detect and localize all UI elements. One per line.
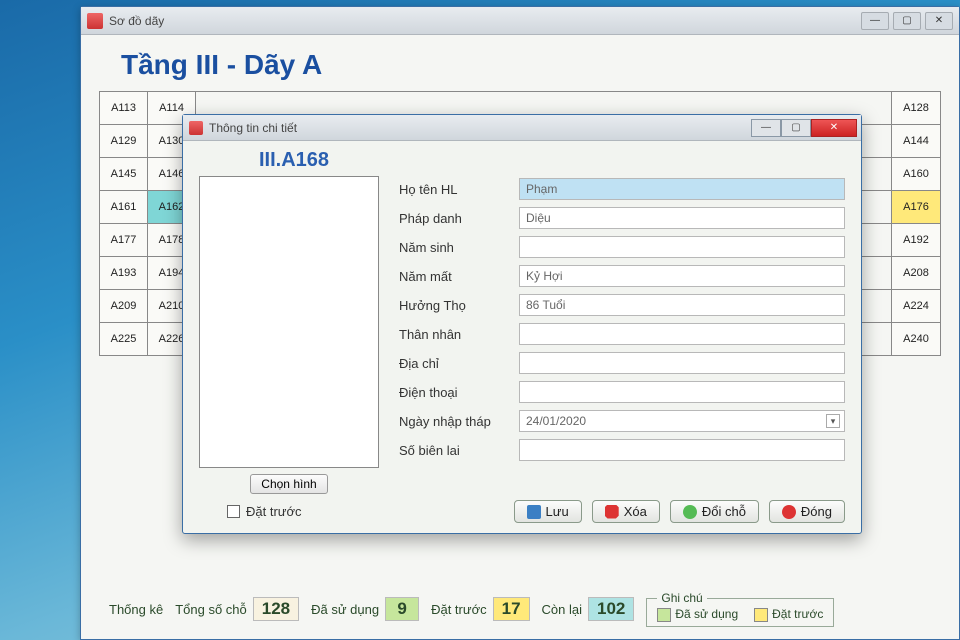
reserved-value: 17 xyxy=(493,597,530,621)
slot-cell[interactable]: A160 xyxy=(892,158,940,190)
photo-box[interactable] xyxy=(199,176,379,468)
legend-used-label: Đã sử dụng xyxy=(675,607,738,621)
swap-icon xyxy=(683,505,697,519)
phone-label: Điện thoại xyxy=(399,385,509,400)
slot-code: III.A168 xyxy=(199,149,845,176)
total-slots-label: Tổng số chỗ xyxy=(175,602,247,617)
receipt-input[interactable] xyxy=(519,439,845,461)
total-slots-value: 128 xyxy=(253,597,299,621)
slot-cell[interactable]: A208 xyxy=(892,257,940,289)
death-label: Năm mất xyxy=(399,269,509,284)
delete-button[interactable]: Xóa xyxy=(592,500,660,523)
dharma-input[interactable]: Diệu xyxy=(519,207,845,229)
reserved-label: Đặt trước xyxy=(431,602,487,617)
map-window-titlebar[interactable]: Sơ đồ dãy — ▢ ✕ xyxy=(81,7,959,35)
app-icon xyxy=(87,13,103,29)
used-label: Đã sử dụng xyxy=(311,602,379,617)
close-icon xyxy=(782,505,796,519)
minimize-button[interactable]: — xyxy=(861,12,889,30)
save-icon xyxy=(527,505,541,519)
close-button[interactable]: ✕ xyxy=(925,12,953,30)
save-button[interactable]: Lưu xyxy=(514,500,582,523)
slot-cell[interactable]: A145 xyxy=(100,158,148,190)
birth-input[interactable] xyxy=(519,236,845,258)
swap-button[interactable]: Đổi chỗ xyxy=(670,500,759,523)
map-window-title: Sơ đồ dãy xyxy=(109,14,164,28)
reserve-checkbox-label: Đặt trước xyxy=(246,504,302,519)
delete-icon xyxy=(605,505,619,519)
slot-cell[interactable]: A224 xyxy=(892,290,940,322)
modal-minimize-button[interactable]: — xyxy=(751,119,781,137)
modal-close-button[interactable]: ✕ xyxy=(811,119,857,137)
slot-cell[interactable]: A177 xyxy=(100,224,148,256)
date-dropdown-icon[interactable]: ▾ xyxy=(826,414,840,428)
death-input[interactable]: Kỷ Hợi xyxy=(519,265,845,287)
remain-label: Còn lại xyxy=(542,602,582,617)
address-input[interactable] xyxy=(519,352,845,374)
date-label: Ngày nhập tháp xyxy=(399,414,509,429)
dharma-label: Pháp danh xyxy=(399,211,509,226)
phone-input[interactable] xyxy=(519,381,845,403)
page-title: Tầng III - Dãy A xyxy=(81,35,959,91)
detail-titlebar[interactable]: Thông tin chi tiết — ▢ ✕ xyxy=(183,115,861,141)
slot-cell[interactable]: A193 xyxy=(100,257,148,289)
birth-label: Năm sinh xyxy=(399,240,509,255)
detail-title: Thông tin chi tiết xyxy=(209,121,297,135)
slot-cell[interactable]: A113 xyxy=(100,92,148,124)
legend-swatch-reserved xyxy=(754,608,768,622)
date-input[interactable]: 24/01/2020▾ xyxy=(519,410,845,432)
stats-bar: Thống kê Tổng số chỗ 128 Đã sử dụng 9 Đặ… xyxy=(81,585,959,633)
name-input[interactable]: Phạm xyxy=(519,178,845,200)
modal-maximize-button[interactable]: ▢ xyxy=(781,119,811,137)
slot-cell[interactable]: A129 xyxy=(100,125,148,157)
slot-cell[interactable]: A225 xyxy=(100,323,148,355)
app-icon xyxy=(189,121,203,135)
stats-label: Thống kê xyxy=(109,602,163,617)
reserve-checkbox[interactable] xyxy=(227,505,240,518)
slot-cell[interactable]: A240 xyxy=(892,323,940,355)
age-input[interactable]: 86 Tuổi xyxy=(519,294,845,316)
legend-box: Ghi chú Đã sử dụng Đặt trước xyxy=(646,591,834,627)
relative-label: Thân nhân xyxy=(399,327,509,342)
slot-cell[interactable]: A161 xyxy=(100,191,148,223)
detail-modal: Thông tin chi tiết — ▢ ✕ III.A168 Chọn h… xyxy=(182,114,862,534)
slot-cell[interactable]: A128 xyxy=(892,92,940,124)
remain-value: 102 xyxy=(588,597,634,621)
legend-title: Ghi chú xyxy=(657,591,706,605)
address-label: Địa chỉ xyxy=(399,356,509,371)
slot-cell[interactable]: A176 xyxy=(892,191,940,223)
legend-reserved-label: Đặt trước xyxy=(772,607,823,621)
legend-swatch-used xyxy=(657,608,671,622)
used-value: 9 xyxy=(385,597,419,621)
slot-cell[interactable]: A192 xyxy=(892,224,940,256)
maximize-button[interactable]: ▢ xyxy=(893,12,921,30)
close-detail-button[interactable]: Đóng xyxy=(769,500,845,523)
slot-cell[interactable]: A209 xyxy=(100,290,148,322)
name-label: Họ tên HL xyxy=(399,182,509,197)
relative-input[interactable] xyxy=(519,323,845,345)
slot-cell[interactable]: A144 xyxy=(892,125,940,157)
age-label: Hưởng Thọ xyxy=(399,298,509,313)
receipt-label: Số biên lai xyxy=(399,443,509,458)
choose-photo-button[interactable]: Chọn hình xyxy=(250,474,327,494)
